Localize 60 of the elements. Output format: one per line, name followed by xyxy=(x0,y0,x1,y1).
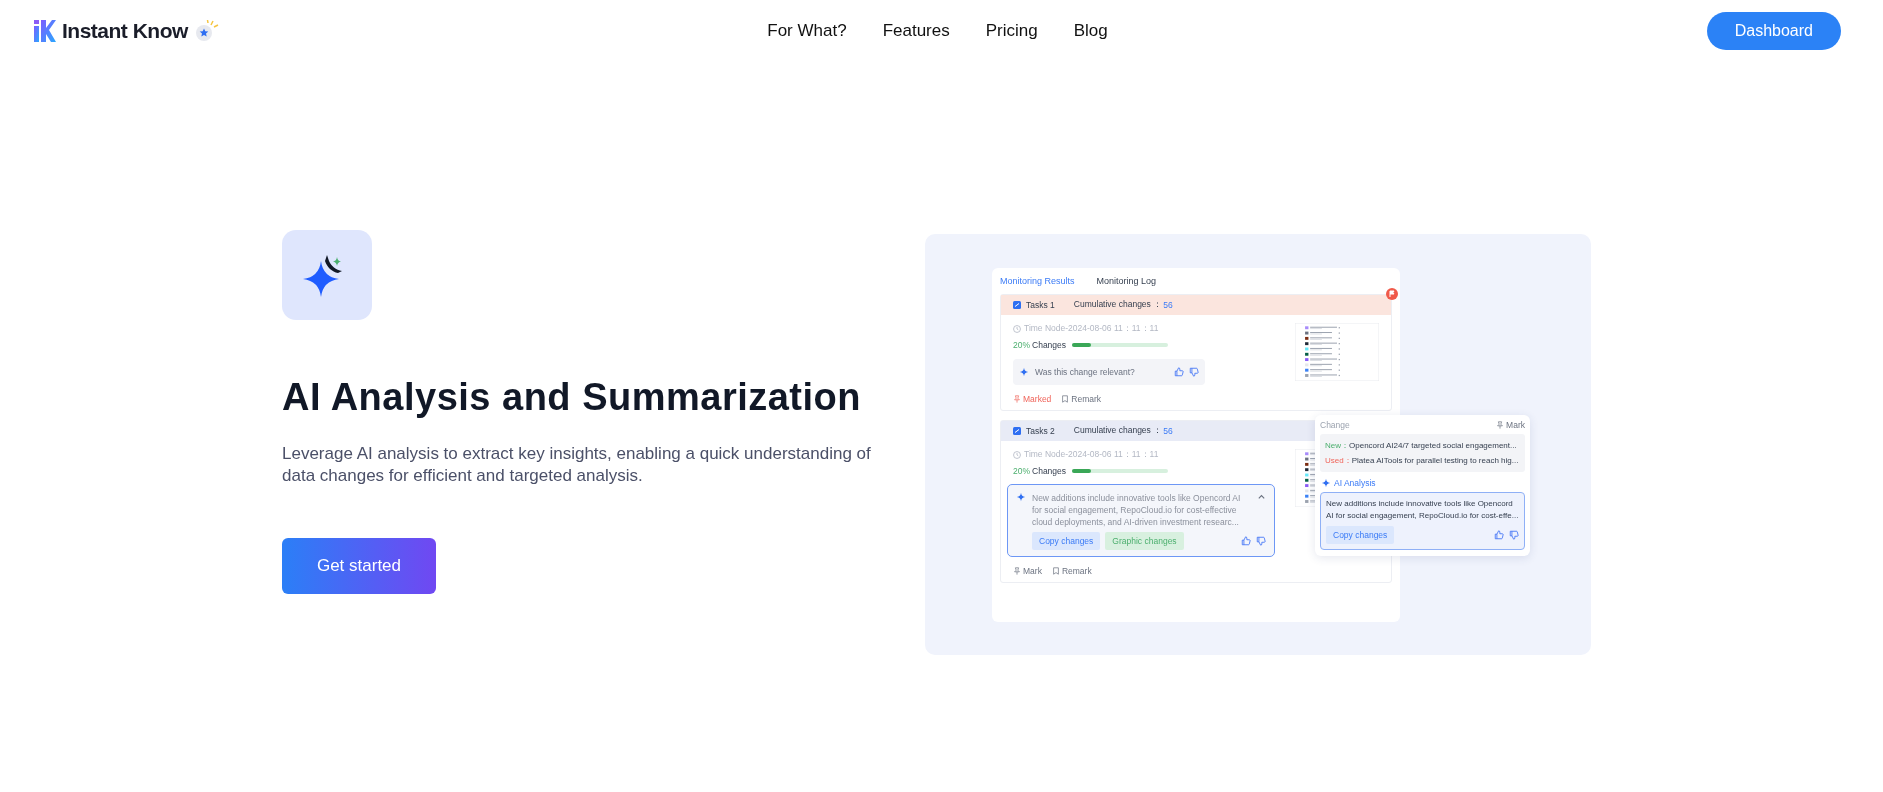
pin-icon xyxy=(1013,567,1021,575)
feedback-question: Was this change relevant? xyxy=(1035,367,1136,377)
chevron-up-icon[interactable] xyxy=(1257,492,1266,501)
mark-link[interactable]: Marked xyxy=(1013,394,1052,404)
nav-link[interactable]: Features xyxy=(882,21,950,41)
change-percent: 20% xyxy=(1013,340,1030,350)
cumulative-count: 56 xyxy=(1163,300,1173,310)
bookmark-icon xyxy=(1051,567,1060,575)
task-icon xyxy=(1013,427,1021,435)
new-text: Opencord AI24/7 targeted social engagement... xyxy=(1349,440,1517,452)
time-node-label: Time Node-2024-08-06 11：11：11 xyxy=(1024,449,1159,461)
clock-icon xyxy=(1013,325,1021,333)
analysis-text: New additions include innovative tools like Opencord AI for social engagement, RepoCloud.io for cost-effe... xyxy=(1326,498,1519,522)
task-icon xyxy=(1013,301,1021,309)
changes-label: Changes xyxy=(1032,340,1067,350)
sparkle-tile-icon xyxy=(282,230,372,320)
mark-link[interactable]: Mark xyxy=(1496,420,1525,430)
task-name: Tasks 1 xyxy=(1026,300,1055,310)
bookmark-icon xyxy=(1061,395,1070,403)
hero-title: AI Analysis and Summarization xyxy=(282,376,862,419)
sparkle-icon xyxy=(1016,492,1026,502)
tab[interactable]: Monitoring Results xyxy=(1000,276,1075,286)
changes-label: Changes xyxy=(1032,466,1067,476)
thumbs-down-icon[interactable] xyxy=(1256,536,1266,546)
sparkle-icon xyxy=(1321,478,1331,488)
popup-title: Change xyxy=(1320,420,1350,430)
cumulative-label: Cumulative changes ： xyxy=(1073,425,1163,437)
summary-action-button[interactable]: Copy changes xyxy=(1032,532,1101,550)
brand-name: Instant Know xyxy=(62,19,188,43)
thumbs-up-icon[interactable] xyxy=(1174,367,1184,377)
sparkle-icon xyxy=(1019,367,1029,377)
clock-icon xyxy=(1013,451,1021,459)
remark-link[interactable]: Remark xyxy=(1051,566,1092,576)
new-label: New： xyxy=(1325,440,1349,452)
used-text: Platea AITools for parallel testing to reach hig... xyxy=(1351,455,1519,467)
nav-link[interactable]: Blog xyxy=(1073,21,1108,41)
used-label: Used： xyxy=(1325,455,1352,467)
summary-text: New additions include innovative tools like Opencord AI for social engagement, RepoCloud.io for cost-effective cloud deployments, and AI-driven investment researc... xyxy=(1032,492,1242,528)
thumbs-down-icon[interactable] xyxy=(1509,530,1519,540)
task-name: Tasks 2 xyxy=(1026,426,1055,436)
get-started-button[interactable]: Get started xyxy=(282,538,436,594)
thumbs-up-icon[interactable] xyxy=(1494,530,1504,540)
hero-description: Leverage AI analysis to extract key insights, enabling a quick understanding of data changes for efficient and targeted analysis. xyxy=(282,443,872,487)
pin-icon xyxy=(1013,395,1021,403)
thumbs-up-icon[interactable] xyxy=(1241,536,1251,546)
copy-changes-button[interactable]: Copy changes xyxy=(1326,526,1395,544)
nav-link[interactable]: For What? xyxy=(767,21,847,41)
dashboard-button[interactable]: Dashboard xyxy=(1706,12,1841,50)
tab[interactable]: Monitoring Log xyxy=(1096,276,1157,286)
thumbs-down-icon[interactable] xyxy=(1189,367,1199,377)
ai-analysis-title: AI Analysis xyxy=(1334,478,1376,488)
nav-link[interactable]: Pricing xyxy=(985,21,1038,41)
remark-link[interactable]: Remark xyxy=(1061,394,1102,404)
time-node-label: Time Node-2024-08-06 11：11：11 xyxy=(1024,323,1159,335)
cumulative-label: Cumulative changes ： xyxy=(1073,299,1163,311)
pin-icon xyxy=(1496,421,1505,429)
cumulative-count: 56 xyxy=(1163,426,1173,436)
change-percent: 20% xyxy=(1013,466,1030,476)
mark-link[interactable]: Mark xyxy=(1013,566,1042,576)
logo-icon xyxy=(34,20,56,42)
